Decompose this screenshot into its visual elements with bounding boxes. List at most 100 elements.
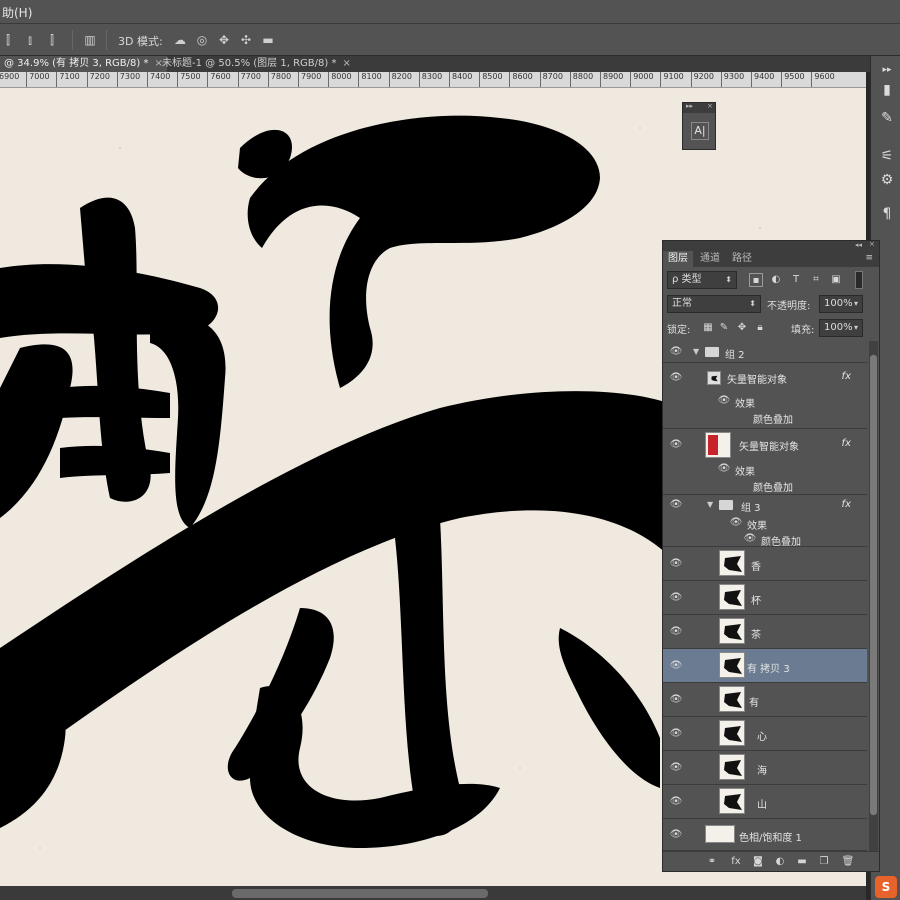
eye-icon[interactable]: 👁︎ [669,828,683,842]
filter-smart-object-icon[interactable]: ▣ [829,273,843,287]
doc-tab-untitled[interactable]: 未标题-1 @ 50.5% (图层 1, RGB/8) * × [158,56,355,72]
layer-effect-color-overlay[interactable]: 👁︎ 颜色叠加 [663,531,867,548]
eye-icon[interactable]: 👁︎ [669,498,683,512]
opacity-input[interactable]: 100% ▾ [819,295,863,313]
eye-icon[interactable]: 👁︎ [669,591,683,605]
layer-effect-color-overlay[interactable]: 颜色叠加 [663,409,867,429]
new-group-icon[interactable]: ▬ [795,855,809,869]
layer-effects-row[interactable]: 👁︎ 效果 [663,461,867,478]
panel-menu-icon[interactable]: ≡ [865,253,873,263]
3d-pan-icon[interactable]: ✥ [216,32,232,48]
lock-transparent-icon[interactable]: ▦ [701,321,715,335]
brush-preset-icon[interactable]: ✎ [877,108,897,128]
tab-paths[interactable]: 路径 [727,251,757,267]
fx-icon[interactable]: fx [842,499,851,510]
expand-triangle-icon[interactable]: ▼ [693,347,699,356]
layer-filter-select[interactable]: ρ 类型 ⬍ [667,271,737,289]
collapse-icon[interactable]: ▸▸ [877,60,897,80]
tab-layers[interactable]: 图层 [663,251,693,267]
distribute-icon[interactable]: ▥ [82,32,98,48]
filter-pixel-icon[interactable]: ▪ [749,273,763,287]
layer-row-group-3[interactable]: 👁︎ ▼ 组 3 fx [663,495,867,515]
layer-row-hai[interactable]: 👁︎ 海 [663,751,867,785]
3d-slide-icon[interactable]: ✣ [238,32,254,48]
lock-pixels-icon[interactable]: ✎ [717,321,731,335]
layer-effect-color-overlay[interactable]: 颜色叠加 [663,477,867,495]
menu-help[interactable]: 助(H) [2,4,32,21]
layer-thumbnail [719,720,745,746]
ruler-tick: 7500 [177,72,201,87]
eye-icon[interactable]: 👁︎ [717,394,731,408]
layer-row-cha[interactable]: 👁︎ 茶 [663,615,867,649]
filter-adjustment-icon[interactable]: ◐ [769,273,783,287]
eye-icon[interactable]: 👁︎ [743,532,757,546]
collapse-icon[interactable]: ◂◂ [855,241,862,249]
tab-channels[interactable]: 通道 [695,251,725,267]
new-layer-icon[interactable]: ❐ [817,855,831,869]
layer-effects-row[interactable]: 👁︎ 效果 [663,393,867,410]
3d-scale-icon[interactable]: ▬ [260,32,276,48]
layer-row-bei[interactable]: 👁︎ 杯 [663,581,867,615]
eye-icon[interactable]: 👁︎ [729,516,743,530]
layer-row-vector-1[interactable]: 👁︎ 矢量智能对象 fx [663,363,867,393]
eye-icon[interactable]: 👁︎ [669,438,683,452]
expand-triangle-icon[interactable]: ▼ [707,500,713,509]
scroll-thumb[interactable] [232,889,488,898]
adjustment-layer-icon[interactable]: ◐ [773,855,787,869]
eye-icon[interactable]: 👁︎ [669,761,683,775]
add-mask-icon[interactable]: ◙ [751,855,765,869]
align-center-icon[interactable]: ⫾ [22,32,38,48]
fx-icon[interactable]: fx [842,371,851,382]
eye-icon[interactable]: 👁︎ [669,625,683,639]
app-badge-icon[interactable]: S [875,876,897,898]
close-icon[interactable]: × [707,102,713,110]
layer-row-group-2[interactable]: 👁︎ ▼ 组 2 [663,341,867,363]
horizontal-scrollbar[interactable] [0,886,866,900]
layer-row-you-copy-3[interactable]: 👁︎ 有 拷贝 3 [663,649,867,683]
doc-tab-active[interactable]: @ 34.9% (有 拷贝 3, RGB/8) * × [0,56,167,72]
eye-icon[interactable]: 👁︎ [669,371,683,385]
character-panel-icon[interactable]: A| [691,122,709,140]
trash-icon[interactable]: 🗑︎ [841,855,855,869]
eye-icon[interactable]: 👁︎ [669,727,683,741]
adjustments-icon[interactable]: ⚙ [877,170,897,190]
layer-row-xiang[interactable]: 👁︎ 香 [663,547,867,581]
eye-icon[interactable]: 👁︎ [669,795,683,809]
fill-input[interactable]: 100% ▾ [819,319,863,337]
collapse-icon[interactable]: ▸▸ [686,102,693,110]
fx-icon[interactable]: fx [729,855,743,869]
paragraph-icon[interactable]: ¶ [877,204,897,224]
eye-icon[interactable]: 👁︎ [717,462,731,476]
blend-mode-select[interactable]: 正常 ⬍ [667,295,761,313]
link-icon[interactable]: ⚭ [705,855,719,869]
close-icon[interactable]: × [869,240,875,248]
eye-icon[interactable]: 👁︎ [669,693,683,707]
3d-roll-icon[interactable]: ◎ [194,32,210,48]
panel-tabs: 图层 通道 路径 ≡ [663,251,879,267]
filter-toggle[interactable] [855,271,863,289]
align-left-icon[interactable]: ⫿ [0,32,16,48]
history-icon[interactable]: ▮ [877,80,897,100]
eye-icon[interactable]: 👁︎ [669,345,683,359]
layer-row-shan[interactable]: 👁︎ 山 [663,785,867,819]
layer-effects-row[interactable]: 👁︎ 效果 [663,515,867,532]
eye-icon[interactable]: 👁︎ [669,557,683,571]
fx-icon[interactable]: fx [842,438,851,449]
filter-type-icon[interactable]: T [789,273,803,287]
ruler-tick: 8100 [358,72,382,87]
lock-position-icon[interactable]: ✥ [735,321,749,335]
layer-row-xin[interactable]: 👁︎ 心 [663,717,867,751]
brush-icon[interactable]: ⚟ [877,146,897,166]
filter-shape-icon[interactable]: ⌗ [809,273,823,287]
align-right-icon[interactable]: ⫿ [44,32,60,48]
eye-icon[interactable]: 👁︎ [669,659,683,673]
3d-orbit-icon[interactable]: ☁ [172,32,188,48]
layer-row-you[interactable]: 👁︎ 有 [663,683,867,717]
close-icon[interactable]: × [342,58,350,69]
layers-scrollbar[interactable] [869,341,878,855]
smart-object-thumbnail [707,371,721,385]
scroll-thumb[interactable] [870,355,877,815]
lock-all-icon[interactable]: 🔒︎ [753,321,767,335]
layer-row-hue-saturation[interactable]: 👁︎ 色相/饱和度 1 [663,819,867,851]
layer-row-vector-seal[interactable]: 👁︎ 矢量智能对象 fx [663,429,867,461]
